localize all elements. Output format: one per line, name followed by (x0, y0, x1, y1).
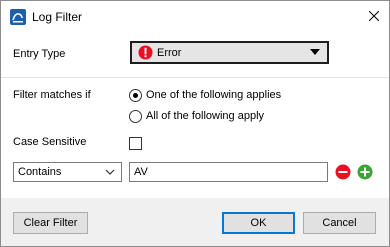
separator (1, 77, 389, 78)
filter-matches-label: Filter matches if (13, 89, 91, 101)
log-filter-dialog: Log Filter Entry Type Error Filter match… (0, 0, 390, 247)
radio-one-of-following-label[interactable]: One of the following applies (146, 89, 281, 101)
plus-circle-icon[interactable] (357, 164, 373, 180)
entry-type-dropdown[interactable]: Error (130, 41, 329, 64)
entry-type-value: Error (157, 47, 182, 59)
cancel-button[interactable]: Cancel (303, 212, 376, 234)
dialog-content: Entry Type Error Filter matches if One o… (1, 31, 389, 198)
minus-circle-icon[interactable] (335, 164, 351, 180)
title-bar: Log Filter (1, 1, 389, 31)
error-icon (138, 45, 153, 60)
close-icon (369, 11, 379, 21)
radio-one-of-following[interactable] (129, 89, 142, 102)
entry-type-label: Entry Type (13, 48, 66, 60)
close-button[interactable] (359, 1, 389, 31)
radio-selected-dot (133, 93, 138, 98)
clear-filter-button[interactable]: Clear Filter (13, 212, 88, 234)
radio-all-of-following-label[interactable]: All of the following apply (146, 110, 264, 122)
dropdown-arrow-icon (310, 49, 320, 55)
window-title: Log Filter (32, 10, 83, 24)
case-sensitive-checkbox[interactable] (129, 137, 142, 150)
condition-operator-value: Contains (18, 166, 62, 178)
condition-operator-dropdown[interactable]: Contains (13, 162, 122, 182)
case-sensitive-label: Case Sensitive (13, 136, 87, 148)
chevron-down-icon (105, 169, 115, 175)
log-filter-app-icon (10, 9, 26, 25)
radio-all-of-following[interactable] (129, 110, 142, 123)
condition-value-input[interactable] (129, 162, 328, 182)
ok-button[interactable]: OK (222, 212, 295, 234)
